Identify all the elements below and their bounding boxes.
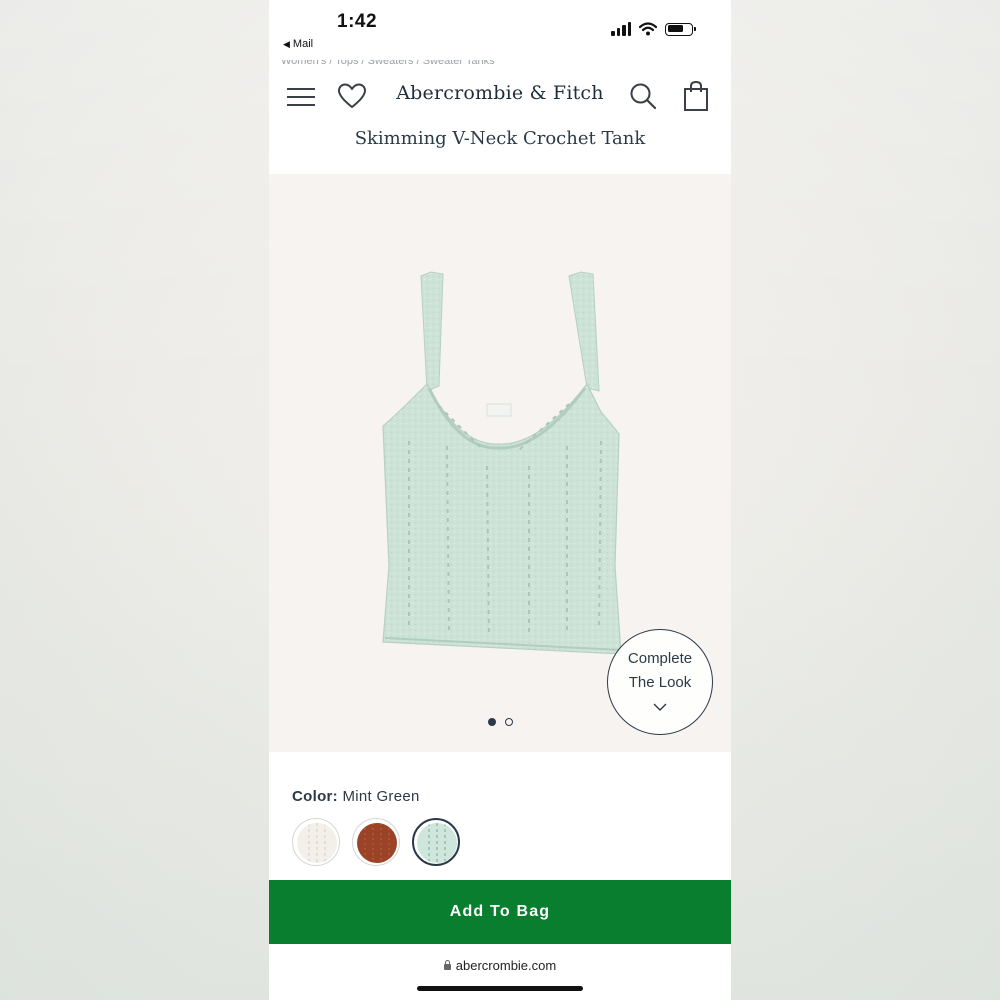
color-swatches xyxy=(292,818,460,866)
image-pagination xyxy=(269,718,731,726)
complete-the-look-line1: Complete xyxy=(627,650,693,667)
brand-logo[interactable]: Abercrombie & Fitch xyxy=(269,82,731,104)
battery-icon xyxy=(665,22,696,36)
back-to-mail-label: Mail xyxy=(292,38,314,50)
product-image-gallery[interactable]: Complete The Look xyxy=(269,174,731,752)
status-bar: 1:42 ◀ Mail xyxy=(269,0,731,62)
pagination-dot-2[interactable] xyxy=(504,718,513,726)
back-to-mail-button[interactable]: ◀ Mail xyxy=(283,38,313,50)
browser-url-bar[interactable]: abercrombie.com xyxy=(269,944,731,1000)
search-icon[interactable] xyxy=(629,82,657,110)
wifi-icon xyxy=(639,22,657,36)
product-image xyxy=(382,271,622,654)
url-display: abercrombie.com xyxy=(269,958,731,973)
phone-screen: 1:42 ◀ Mail Women's / Tops / Sweaters / … xyxy=(269,0,731,1000)
add-to-bag-button[interactable]: Add To Bag xyxy=(269,880,731,944)
chevron-down-icon xyxy=(653,703,667,711)
shopping-bag-icon[interactable] xyxy=(683,80,709,112)
url-text: abercrombie.com xyxy=(455,958,557,973)
status-icons xyxy=(611,22,696,36)
home-indicator[interactable] xyxy=(417,986,583,991)
selected-color-name: Mint Green xyxy=(342,788,420,805)
lock-icon xyxy=(443,960,451,970)
status-time: 1:42 xyxy=(337,11,378,32)
color-swatch-rust[interactable] xyxy=(352,818,400,866)
color-swatch-mint-green[interactable] xyxy=(412,818,460,866)
color-label: Color: Mint Green xyxy=(292,788,420,805)
cellular-signal-icon xyxy=(611,22,631,36)
product-title: Skimming V-Neck Crochet Tank xyxy=(354,128,646,149)
site-header: Abercrombie & Fitch Skimming V-Neck Croc… xyxy=(269,66,731,174)
color-label-prefix: Color: xyxy=(292,788,338,805)
back-arrow-icon: ◀ xyxy=(283,38,290,49)
complete-the-look-line2: The Look xyxy=(628,674,692,691)
pagination-dot-1[interactable] xyxy=(487,718,496,726)
color-swatch-cream[interactable] xyxy=(292,818,340,866)
